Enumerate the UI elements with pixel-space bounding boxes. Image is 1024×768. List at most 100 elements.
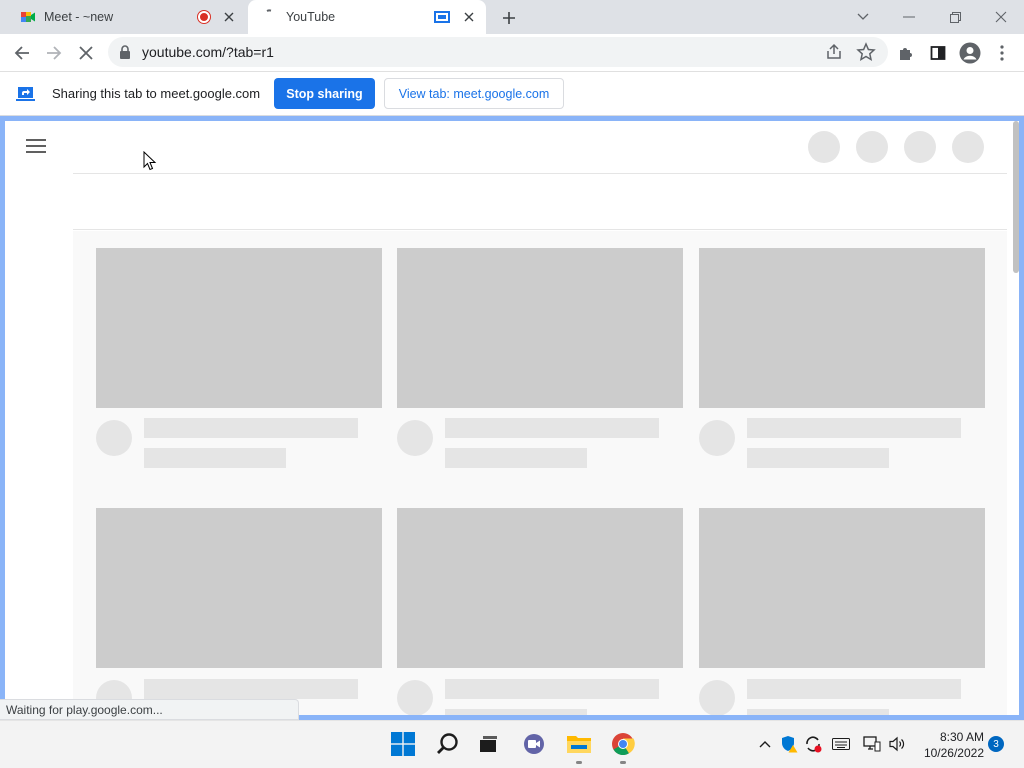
meta-placeholder (445, 448, 587, 468)
lock-icon (120, 45, 130, 59)
thumbnail-placeholder (397, 248, 683, 408)
meta-placeholder (747, 709, 889, 715)
teams-chat-button[interactable] (521, 731, 547, 757)
profile-button[interactable] (956, 39, 984, 67)
sync-icon (806, 736, 822, 753)
title-placeholder (747, 679, 961, 699)
volume-tray-button[interactable] (887, 734, 907, 754)
security-tray-button[interactable] (779, 734, 799, 754)
back-button[interactable] (8, 39, 36, 67)
side-panel-icon (930, 46, 946, 60)
restore-button[interactable] (932, 0, 978, 34)
tab-meet[interactable]: Meet - ~new (8, 0, 246, 34)
tab-title: YouTube (286, 10, 336, 24)
thumbnail-placeholder (699, 508, 985, 668)
network-tray-button[interactable] (862, 734, 882, 754)
kebab-menu-icon (1000, 45, 1004, 61)
chrome-button[interactable] (610, 731, 636, 757)
meta-placeholder (747, 448, 889, 468)
avatar-placeholder (96, 420, 132, 456)
avatar-placeholder (397, 680, 433, 715)
url-text: youtube.com/?tab=r1 (142, 44, 274, 60)
youtube-page[interactable] (5, 121, 1019, 715)
windows-logo-icon (391, 732, 415, 756)
mouse-cursor-icon (143, 151, 157, 171)
sharing-indicator-icon (434, 11, 450, 23)
header-placeholder-circle (808, 131, 840, 163)
arrow-right-icon (47, 46, 62, 60)
title-placeholder (747, 418, 961, 438)
start-button[interactable] (390, 731, 416, 757)
hamburger-menu-icon[interactable] (26, 139, 46, 153)
show-hidden-icons-button[interactable] (755, 734, 775, 754)
keyboard-tray-button[interactable] (831, 734, 851, 754)
close-icon (995, 11, 1007, 23)
meta-placeholder (445, 709, 587, 715)
puzzle-icon (900, 48, 912, 60)
chip-bar-placeholder (73, 173, 1007, 230)
speaker-icon (889, 736, 905, 752)
tab-sharing-bar: Sharing this tab to meet.google.com Stop… (0, 71, 1024, 116)
tab-youtube[interactable]: YouTube (248, 0, 486, 34)
new-tab-button[interactable] (498, 7, 520, 29)
thumbnail-placeholder (96, 248, 382, 408)
header-placeholder-circle (856, 131, 888, 163)
minimize-button[interactable] (886, 0, 932, 34)
loading-favicon-icon (266, 9, 272, 12)
clock[interactable]: 8:30 AM 10/26/2022 (914, 729, 984, 761)
task-view-icon (480, 736, 497, 752)
extensions-button[interactable] (892, 39, 920, 67)
title-placeholder (144, 418, 358, 438)
star-icon[interactable] (856, 42, 876, 62)
title-placeholder (445, 679, 659, 699)
browser-toolbar: youtube.com/?tab=r1 (0, 34, 1024, 71)
sharing-message: Sharing this tab to meet.google.com (52, 86, 261, 101)
plus-icon (503, 12, 515, 24)
recording-indicator-icon (198, 11, 210, 23)
tab-strip: Meet - ~new YouTube (0, 0, 1024, 34)
close-icon (224, 12, 234, 22)
avatar-icon (959, 42, 981, 64)
notification-badge[interactable]: 3 (988, 736, 1004, 752)
title-placeholder (445, 418, 659, 438)
search-icon (437, 733, 458, 754)
network-icon (863, 736, 881, 752)
folder-icon (567, 736, 591, 753)
tab-search-button[interactable] (840, 0, 886, 34)
chevron-up-icon (759, 741, 771, 748)
tab-close-button[interactable] (460, 8, 478, 26)
screen: Meet - ~new YouTube youtube.com/?tab=r1 … (0, 0, 1024, 768)
search-button[interactable] (435, 731, 461, 757)
avatar-placeholder (397, 420, 433, 456)
clock-time: 8:30 AM (939, 730, 984, 744)
video-grid-skeleton (73, 231, 1007, 715)
stop-loading-button[interactable] (72, 39, 100, 67)
menu-button[interactable] (988, 39, 1016, 67)
shield-warning-icon (782, 736, 798, 753)
shared-tab-frame (0, 116, 1024, 720)
arrow-left-icon (14, 46, 29, 60)
chat-icon (524, 734, 544, 754)
running-indicator (620, 761, 626, 764)
side-panel-button[interactable] (924, 39, 952, 67)
avatar-placeholder (699, 420, 735, 456)
close-window-button[interactable] (978, 0, 1024, 34)
close-icon (464, 12, 474, 22)
header-placeholder-circle (952, 131, 984, 163)
forward-button[interactable] (40, 39, 68, 67)
scrollbar-thumb[interactable] (1013, 121, 1019, 273)
address-bar[interactable]: youtube.com/?tab=r1 (108, 37, 888, 67)
restore-icon (949, 11, 961, 23)
file-explorer-button[interactable] (566, 731, 592, 757)
avatar-placeholder (699, 680, 735, 715)
meta-placeholder (144, 448, 286, 468)
chevron-down-icon (857, 13, 869, 20)
task-view-button[interactable] (475, 731, 501, 757)
view-tab-button[interactable]: View tab: meet.google.com (384, 78, 564, 109)
close-icon (79, 46, 93, 60)
tab-title: Meet - ~new (44, 10, 114, 24)
sync-tray-button[interactable] (803, 734, 823, 754)
stop-sharing-button[interactable]: Stop sharing (274, 78, 375, 109)
tab-close-button[interactable] (220, 8, 238, 26)
share-icon[interactable] (824, 42, 844, 62)
